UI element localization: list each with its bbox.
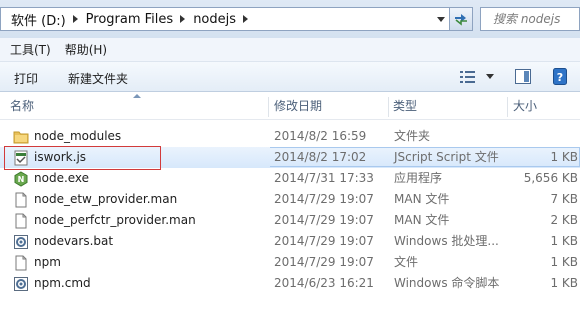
column-header-row: 名称 修改日期 类型 大小 xyxy=(0,93,580,120)
file-date: 2014/8/2 16:59 xyxy=(274,129,367,143)
batch-file-icon xyxy=(14,235,28,249)
file-type: MAN 文件 xyxy=(394,192,450,206)
jscript-file-icon xyxy=(14,150,28,166)
menu-tools[interactable]: 工具(T) xyxy=(10,41,51,58)
file-name: node_etw_provider.man xyxy=(34,192,178,206)
command-toolbar: 打印 新建文件夹 ? xyxy=(0,62,580,92)
column-header-type[interactable]: 类型 xyxy=(383,93,507,119)
file-size: 2 KB xyxy=(550,213,578,227)
address-bar-row: 软件 (D:) Program Files nodejs xyxy=(0,0,580,38)
breadcrumb-nodejs[interactable]: nodejs xyxy=(193,12,236,27)
print-button[interactable]: 打印 xyxy=(14,70,38,87)
file-type: 应用程序 xyxy=(394,171,443,185)
file-date: 2014/7/29 19:07 xyxy=(274,213,374,227)
file-size: 7 KB xyxy=(550,192,578,206)
file-type: MAN 文件 xyxy=(394,213,450,227)
breadcrumb-separator-icon[interactable] xyxy=(243,15,249,23)
file-type: 文件 xyxy=(394,255,419,269)
file-icon xyxy=(15,192,27,208)
file-size: 1 KB xyxy=(550,255,578,269)
file-date: 2014/7/31 17:33 xyxy=(274,171,374,185)
file-row[interactable]: nodevars.bat 2014/7/29 19:07 Windows 批处理… xyxy=(0,231,580,252)
breadcrumb-program-files[interactable]: Program Files xyxy=(86,12,174,27)
breadcrumb-separator-icon[interactable] xyxy=(180,15,186,23)
address-bar[interactable]: 软件 (D:) Program Files nodejs xyxy=(0,7,450,31)
file-row[interactable]: node_etw_provider.man 2014/7/29 19:07 MA… xyxy=(0,189,580,210)
file-row[interactable]: N node.exe 2014/7/31 17:33 应用程序 5,656 KB xyxy=(0,168,580,189)
column-header-date[interactable]: 修改日期 xyxy=(264,93,388,119)
help-icon[interactable]: ? xyxy=(553,68,567,85)
file-name: node_modules xyxy=(34,129,122,143)
file-date: 2014/7/29 19:07 xyxy=(274,234,374,248)
column-header-size[interactable]: 大小 xyxy=(503,93,580,119)
file-icon xyxy=(15,213,27,229)
svg-text:?: ? xyxy=(557,71,563,84)
file-list: node_modules 2014/8/2 16:59 文件夹 iswork.j… xyxy=(0,126,580,294)
file-row[interactable]: npm.cmd 2014/6/23 16:21 Windows 命令脚本 1 K… xyxy=(0,273,580,294)
search-box[interactable] xyxy=(480,7,580,31)
menu-help[interactable]: 帮助(H) xyxy=(65,41,107,58)
file-date: 2014/7/29 19:07 xyxy=(274,255,374,269)
file-name: iswork.js xyxy=(34,150,87,164)
breadcrumb-drive[interactable]: 软件 (D:) xyxy=(11,10,66,29)
file-name: nodevars.bat xyxy=(34,234,114,248)
nodejs-exe-icon: N xyxy=(14,171,28,187)
preview-pane-icon[interactable] xyxy=(515,69,531,84)
file-icon xyxy=(15,255,27,271)
file-name: node_perfctr_provider.man xyxy=(34,213,196,227)
file-name: npm xyxy=(34,255,61,269)
file-type: 文件夹 xyxy=(394,129,431,143)
file-type: Windows 命令脚本 xyxy=(394,276,500,290)
file-row[interactable]: node_perfctr_provider.man 2014/7/29 19:0… xyxy=(0,210,580,231)
file-name: node.exe xyxy=(34,171,90,185)
batch-file-icon xyxy=(14,277,28,291)
file-type: Windows 批处理... xyxy=(394,234,499,248)
file-size: 1 KB xyxy=(550,234,578,248)
file-size: 1 KB xyxy=(550,276,578,290)
file-date: 2014/7/29 19:07 xyxy=(274,192,374,206)
file-size: 1 KB xyxy=(550,150,578,164)
view-options-icon[interactable] xyxy=(460,71,476,83)
new-folder-button[interactable]: 新建文件夹 xyxy=(68,70,128,87)
breadcrumb-separator-icon[interactable] xyxy=(72,15,78,23)
file-row[interactable]: node_modules 2014/8/2 16:59 文件夹 xyxy=(0,126,580,147)
file-name: npm.cmd xyxy=(34,276,91,290)
address-dropdown-icon[interactable] xyxy=(437,17,445,22)
search-input[interactable] xyxy=(493,12,579,26)
menu-bar: 工具(T) 帮助(H) xyxy=(0,38,580,62)
svg-text:N: N xyxy=(18,175,25,184)
column-header-name[interactable]: 名称 xyxy=(0,93,268,119)
refresh-button[interactable] xyxy=(449,7,473,31)
folder-icon xyxy=(13,131,29,144)
file-size: 5,656 KB xyxy=(523,171,578,185)
file-date: 2014/8/2 17:02 xyxy=(274,150,367,164)
file-row[interactable]: npm 2014/7/29 19:07 文件 1 KB xyxy=(0,252,580,273)
file-row-selected[interactable]: iswork.js 2014/8/2 17:02 JScript Script … xyxy=(0,147,580,168)
file-type: JScript Script 文件 xyxy=(394,150,499,164)
view-dropdown-icon[interactable] xyxy=(486,74,494,79)
file-date: 2014/6/23 16:21 xyxy=(274,276,374,290)
refresh-icon xyxy=(455,14,467,26)
